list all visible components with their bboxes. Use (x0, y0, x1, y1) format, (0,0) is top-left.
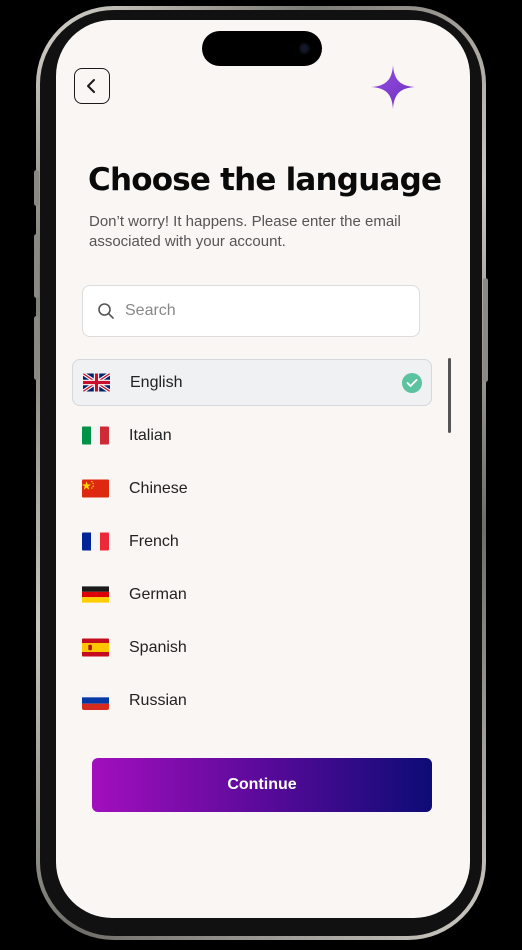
spain-flag-icon (82, 638, 109, 657)
language-label: German (129, 585, 187, 603)
uk-flag-icon (83, 373, 110, 392)
language-list: English Italian Chinese French German Sp… (72, 359, 432, 730)
dynamic-island (202, 31, 322, 66)
power-button (483, 278, 488, 382)
language-item-italian[interactable]: Italian (72, 412, 432, 459)
language-item-russian[interactable]: Russian (72, 677, 432, 724)
selected-check-icon (402, 373, 422, 393)
russia-flag-icon (82, 691, 109, 710)
language-item-german[interactable]: German (72, 571, 432, 618)
action-button (34, 170, 39, 206)
language-label: Italian (129, 426, 172, 444)
chevron-left-icon (87, 79, 95, 93)
search-input[interactable] (123, 301, 397, 321)
page-title: Choose the language (88, 162, 442, 198)
language-label: Russian (129, 691, 187, 709)
italy-flag-icon (82, 426, 109, 445)
search-box[interactable] (82, 285, 420, 337)
china-flag-icon (82, 479, 109, 498)
volume-up-button (34, 234, 39, 298)
france-flag-icon (82, 532, 109, 551)
language-item-english[interactable]: English (72, 359, 432, 406)
app-screen: Choose the language Don’t worry! It happ… (56, 20, 470, 918)
page-subtitle: Don’t worry! It happens. Please enter th… (89, 213, 401, 250)
volume-down-button (34, 316, 39, 380)
search-icon (98, 303, 114, 319)
language-label: Chinese (129, 479, 188, 497)
germany-flag-icon (82, 586, 109, 603)
language-label: French (129, 532, 179, 550)
language-label: English (130, 373, 183, 391)
language-item-spanish[interactable]: Spanish (72, 624, 432, 671)
language-item-chinese[interactable]: Chinese (72, 465, 432, 512)
back-button[interactable] (74, 68, 110, 104)
continue-button[interactable]: Continue (92, 758, 432, 812)
language-item-french[interactable]: French (72, 518, 432, 565)
list-scrollbar[interactable] (448, 358, 451, 433)
sparkle-icon (371, 65, 415, 109)
language-label: Spanish (129, 638, 187, 656)
front-camera (299, 43, 310, 54)
